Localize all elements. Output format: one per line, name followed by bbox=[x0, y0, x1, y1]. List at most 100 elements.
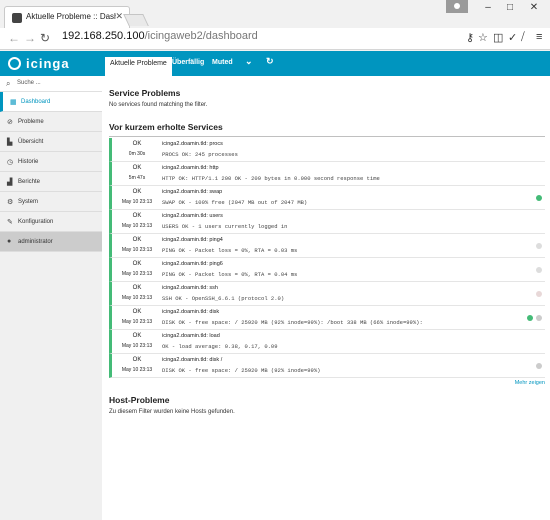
tab-aktuelle-probleme[interactable]: Aktuelle Probleme bbox=[105, 57, 172, 76]
service-name: icinga2.doamin.tld: ssh bbox=[162, 285, 218, 291]
show-more-link[interactable]: Mehr zeigen bbox=[515, 380, 545, 386]
table-row[interactable]: OK May 10 23:13 icinga2.doamin.tld: load OK… bbox=[109, 330, 545, 354]
dashboard-icon: ▦ bbox=[10, 99, 17, 106]
menu-icon[interactable]: ≡ bbox=[536, 31, 542, 43]
perfdata-pie-icon bbox=[536, 267, 542, 273]
refresh-icon[interactable]: ↻ bbox=[266, 56, 274, 67]
sidebar-item-konfiguration[interactable]: ✎ Konfiguration bbox=[0, 212, 102, 232]
wrench-icon: ✎ bbox=[7, 219, 13, 226]
table-row[interactable]: OK May 10 23:13 icinga2.doamin.tld: swap SW… bbox=[109, 186, 545, 210]
tab-muted[interactable]: Muted bbox=[212, 59, 233, 66]
table-row[interactable]: OK 5m 47s icinga2.doamin.tld: http HTTP OK:… bbox=[109, 162, 545, 186]
extension-3-icon[interactable]: ⧸ bbox=[521, 31, 525, 44]
extension-icon[interactable]: ◫ bbox=[493, 31, 503, 44]
sidebar-item-label: Berichte bbox=[18, 179, 41, 185]
state-label: OK bbox=[132, 309, 142, 315]
sidebar-item-label: Übersicht bbox=[18, 139, 44, 145]
new-tab-button[interactable] bbox=[123, 14, 149, 26]
state-time: May 10 23:13 bbox=[121, 343, 153, 349]
table-row[interactable]: OK May 10 23:13 icinga2.doamin.tld: users U… bbox=[109, 210, 545, 234]
history-icon: ◷ bbox=[7, 159, 14, 166]
perfdata-pie-icon bbox=[527, 315, 533, 321]
table-row[interactable]: OK May 10 23:13 icinga2.doamin.tld: ssh SSH… bbox=[109, 282, 545, 306]
url-path: /icingaweb2/dashboard bbox=[144, 30, 258, 42]
sidebar: ⌕ Suche ... ▦ Dashboard ⊘ Probleme ▙ Übe… bbox=[0, 76, 102, 520]
plugin-output: PING OK - Packet loss = 0%, RTA = 0.03 m… bbox=[162, 247, 298, 254]
plugin-output: HTTP OK: HTTP/1.1 200 OK - 209 bytes in … bbox=[162, 175, 380, 182]
search-icon: ⌕ bbox=[6, 79, 11, 88]
state-time: May 10 23:13 bbox=[121, 295, 153, 301]
perfdata-pie-icon bbox=[536, 243, 542, 249]
sidebar-item-probleme[interactable]: ⊘ Probleme bbox=[0, 112, 102, 132]
table-row[interactable]: OK May 10 23:13 icinga2.doamin.tld: disk /… bbox=[109, 354, 545, 378]
tab-ueberfaellig[interactable]: Überfällig bbox=[172, 59, 204, 66]
perfdata-pie-icon bbox=[536, 363, 542, 369]
recovered-services-title: Vor kurzem erholte Services bbox=[109, 122, 223, 132]
state-label: OK bbox=[132, 285, 142, 291]
sidebar-item-uebersicht[interactable]: ▙ Übersicht bbox=[0, 132, 102, 152]
icinga-logo-icon bbox=[8, 57, 21, 70]
service-name: icinga2.doamin.tld: load bbox=[162, 333, 220, 339]
sidebar-item-historie[interactable]: ◷ Historie bbox=[0, 152, 102, 172]
perfdata-pie-icon bbox=[536, 315, 542, 321]
browser-titlebar: Aktuelle Probleme :: Dashb ✕ – □ ✕ bbox=[0, 0, 550, 28]
search-input[interactable]: ⌕ Suche ... bbox=[0, 76, 102, 92]
state-label: OK bbox=[132, 165, 142, 171]
service-problems-title: Service Problems bbox=[109, 88, 181, 98]
star-icon[interactable]: ☆ bbox=[478, 31, 488, 44]
close-window-button[interactable]: ✕ bbox=[524, 2, 544, 13]
plugin-output: DISK OK - free space: / 25920 MB (92% in… bbox=[162, 367, 321, 374]
plugin-output: PROCS OK: 245 processes bbox=[162, 151, 238, 158]
plugin-output: USERS OK - 1 users currently logged in bbox=[162, 223, 288, 230]
browser-tab[interactable]: Aktuelle Probleme :: Dashb ✕ bbox=[4, 6, 130, 28]
plugin-output: DISK OK - free space: / 25920 MB (92% in… bbox=[162, 319, 423, 326]
table-row[interactable]: OK 0m 30s icinga2.doamin.tld: procs PROCS O… bbox=[109, 138, 545, 162]
state-label: OK bbox=[132, 213, 142, 219]
sidebar-item-label: System bbox=[18, 199, 39, 205]
state-time: May 10 23:13 bbox=[121, 271, 153, 277]
maximize-button[interactable]: □ bbox=[500, 2, 520, 13]
sidebar-item-label: Dashboard bbox=[21, 99, 51, 105]
service-name: icinga2.doamin.tld: users bbox=[162, 213, 223, 219]
state-label: OK bbox=[132, 141, 142, 147]
tab-close-icon[interactable]: ✕ bbox=[115, 11, 123, 22]
reload-icon[interactable]: ↻ bbox=[40, 31, 50, 45]
table-row[interactable]: OK May 10 23:13 icinga2.doamin.tld: disk DI… bbox=[109, 306, 545, 330]
state-label: OK bbox=[132, 261, 142, 267]
state-label: OK bbox=[132, 237, 142, 243]
table-row[interactable]: OK May 10 23:13 icinga2.doamin.tld: ping6 P… bbox=[109, 258, 545, 282]
minimize-button[interactable]: – bbox=[478, 2, 498, 13]
url-domain: 192.168.250.100 bbox=[62, 30, 145, 42]
service-name: icinga2.doamin.tld: ping4 bbox=[162, 237, 223, 243]
host-problems-title: Host-Probleme bbox=[109, 395, 170, 405]
sidebar-item-administrator[interactable]: ● administrator bbox=[0, 232, 102, 252]
sidebar-item-berichte[interactable]: ▟ Berichte bbox=[0, 172, 102, 192]
sidebar-item-label: administrator bbox=[18, 239, 53, 245]
service-name: icinga2.doamin.tld: disk bbox=[162, 309, 220, 315]
forward-icon[interactable]: → bbox=[24, 31, 36, 45]
state-time: May 10 23:13 bbox=[121, 223, 153, 229]
profile-icon[interactable] bbox=[446, 0, 468, 13]
back-icon[interactable]: ← bbox=[8, 31, 20, 45]
perfdata-pie-icon bbox=[536, 291, 542, 297]
divider bbox=[109, 136, 545, 137]
sidebar-item-label: Historie bbox=[18, 159, 39, 165]
service-name: icinga2.doamin.tld: procs bbox=[162, 141, 223, 147]
logo-bar: icinga bbox=[0, 51, 102, 76]
key-icon[interactable]: ⚷ bbox=[466, 31, 474, 44]
sidebar-item-label: Probleme bbox=[18, 119, 44, 125]
plugin-output: SWAP OK - 100% free (2047 MB out of 2047… bbox=[162, 199, 308, 206]
sidebar-item-system[interactable]: ⚙ System bbox=[0, 192, 102, 212]
icinga-logo-text[interactable]: icinga bbox=[26, 56, 70, 71]
table-row[interactable]: OK May 10 23:13 icinga2.doamin.tld: ping4 P… bbox=[109, 234, 545, 258]
plugin-output: PING OK - Packet loss = 0%, RTA = 0.04 m… bbox=[162, 271, 298, 278]
state-label: OK bbox=[132, 333, 142, 339]
sidebar-item-dashboard[interactable]: ▦ Dashboard bbox=[0, 92, 102, 112]
address-bar[interactable]: 192.168.250.100/icingaweb2/dashboard bbox=[62, 30, 258, 42]
extension-2-icon[interactable]: ✓ bbox=[508, 31, 517, 44]
plugin-output: SSH OK - OpenSSH_6.6.1 (protocol 2.0) bbox=[162, 295, 285, 302]
chevron-down-icon[interactable]: ⌄ bbox=[245, 56, 253, 67]
state-time: 5m 47s bbox=[128, 175, 146, 181]
dashboard-content: Service Problems No services found match… bbox=[102, 76, 550, 520]
sidebar-item-label: Konfiguration bbox=[18, 219, 54, 225]
